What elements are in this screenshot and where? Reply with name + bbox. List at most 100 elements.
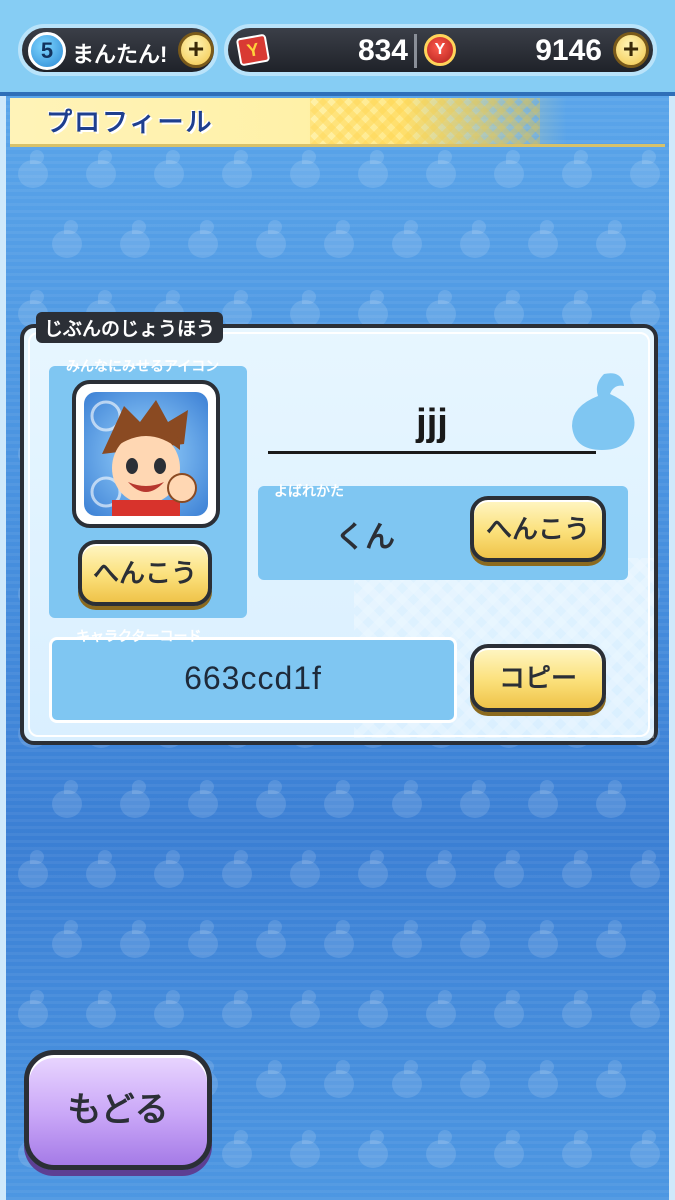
watermark-blob — [628, 290, 662, 328]
top-status-bar: 5 まんたん! + Y 834 Y 9146 + — [0, 0, 675, 96]
watermark-blob — [152, 990, 186, 1028]
nickname-value: くん — [335, 521, 395, 554]
watermark-blob — [356, 150, 390, 188]
watermark-blob — [424, 150, 458, 188]
watermark-blob — [492, 150, 526, 188]
watermark-blob — [322, 220, 356, 258]
watermark-blob — [220, 290, 254, 328]
watermark-blob — [560, 990, 594, 1028]
change-nickname-button[interactable]: へんこう — [470, 496, 606, 562]
watermark-blob — [356, 290, 390, 328]
ribbon-decoration — [310, 98, 540, 144]
add-stamina-button[interactable]: + — [178, 32, 214, 68]
character-avatar[interactable] — [72, 380, 220, 528]
watermark-blob — [186, 780, 220, 818]
watermark-blob — [288, 150, 322, 188]
watermark-blob — [50, 220, 84, 258]
avatar-image — [84, 392, 208, 516]
watermark-blob — [628, 990, 662, 1028]
watermark-blob — [152, 850, 186, 888]
watermark-blob — [220, 850, 254, 888]
watermark-blob — [84, 850, 118, 888]
watermark-blob — [118, 220, 152, 258]
watermark-blob — [628, 150, 662, 188]
watermark-blob — [254, 920, 288, 958]
watermark-blob — [84, 150, 118, 188]
watermark-blob — [526, 1060, 560, 1098]
watermark-blob — [560, 150, 594, 188]
watermark-blob — [254, 220, 288, 258]
watermark-blob — [220, 990, 254, 1028]
watermark-blob — [424, 1130, 458, 1168]
watermark-blob — [16, 150, 50, 188]
watermark-blob — [424, 850, 458, 888]
watermark-blob — [628, 850, 662, 888]
back-button[interactable]: もどる — [24, 1050, 212, 1170]
watermark-blob — [288, 990, 322, 1028]
player-name: jjj — [416, 402, 448, 444]
watermark-blob — [390, 220, 424, 258]
watermark-blob — [458, 920, 492, 958]
watermark-blob — [118, 920, 152, 958]
watermark-blob — [186, 920, 220, 958]
stamina-pill: 5 まんたん! + — [18, 24, 218, 76]
watermark-blob — [50, 780, 84, 818]
watermark-blob — [526, 920, 560, 958]
watermark-blob — [492, 290, 526, 328]
watermark-blob — [560, 850, 594, 888]
watermark-blob — [560, 290, 594, 328]
profile-section-label: じぶんのじょうほう — [36, 312, 224, 343]
character-code-value: 663ccd1f — [184, 660, 322, 696]
gem-icon: Y — [235, 33, 271, 67]
watermark-blob — [390, 780, 424, 818]
watermark-blob — [424, 990, 458, 1028]
watermark-blob — [288, 850, 322, 888]
watermark-blob — [492, 990, 526, 1028]
watermark-blob — [16, 990, 50, 1028]
add-currency-button[interactable]: + — [613, 32, 649, 68]
currency-divider — [414, 34, 417, 68]
character-code-label: キャラクターコード — [76, 628, 202, 644]
name-underline — [268, 451, 596, 454]
watermark-blob — [288, 290, 322, 328]
avatar-portrait-icon — [90, 400, 197, 516]
watermark-blob — [322, 920, 356, 958]
watermark-blob — [16, 850, 50, 888]
watermark-blob — [356, 1130, 390, 1168]
change-icon-button[interactable]: へんこう — [78, 540, 212, 606]
watermark-blob — [594, 920, 628, 958]
stamina-label: まんたん! — [72, 42, 168, 67]
watermark-blob — [526, 220, 560, 258]
watermark-blob — [356, 850, 390, 888]
watermark-blob — [50, 920, 84, 958]
watermark-blob — [118, 780, 152, 818]
watermark-blob — [628, 1130, 662, 1168]
watermark-blob — [424, 290, 458, 328]
watermark-blob — [458, 220, 492, 258]
watermark-blob — [254, 1060, 288, 1098]
watermark-blob — [84, 990, 118, 1028]
page-title-ribbon: プロフィール — [10, 98, 665, 147]
watermark-blob — [458, 1060, 492, 1098]
watermark-blob — [288, 1130, 322, 1168]
watermark-blob — [356, 990, 390, 1028]
watermark-blob — [220, 1130, 254, 1168]
watermark-blob — [458, 780, 492, 818]
watermark-blob — [492, 1130, 526, 1168]
watermark-blob — [492, 850, 526, 888]
watermark-blob — [390, 920, 424, 958]
drop-emblem-icon — [572, 373, 635, 450]
copy-code-button[interactable]: コピー — [470, 644, 606, 712]
watermark-blob — [254, 780, 288, 818]
page-title: プロフィール — [46, 107, 214, 137]
watermark-blob — [322, 1060, 356, 1098]
watermark-blob — [526, 780, 560, 818]
level-badge-icon: 5 — [28, 32, 66, 70]
watermark-blob — [594, 780, 628, 818]
nickname-label: よばれかた — [274, 483, 344, 499]
watermark-blob — [152, 150, 186, 188]
watermark-blob — [186, 220, 220, 258]
coin-count: 9146 — [535, 34, 602, 67]
watermark-blob — [594, 220, 628, 258]
currency-pill: Y 834 Y 9146 + — [224, 24, 657, 76]
